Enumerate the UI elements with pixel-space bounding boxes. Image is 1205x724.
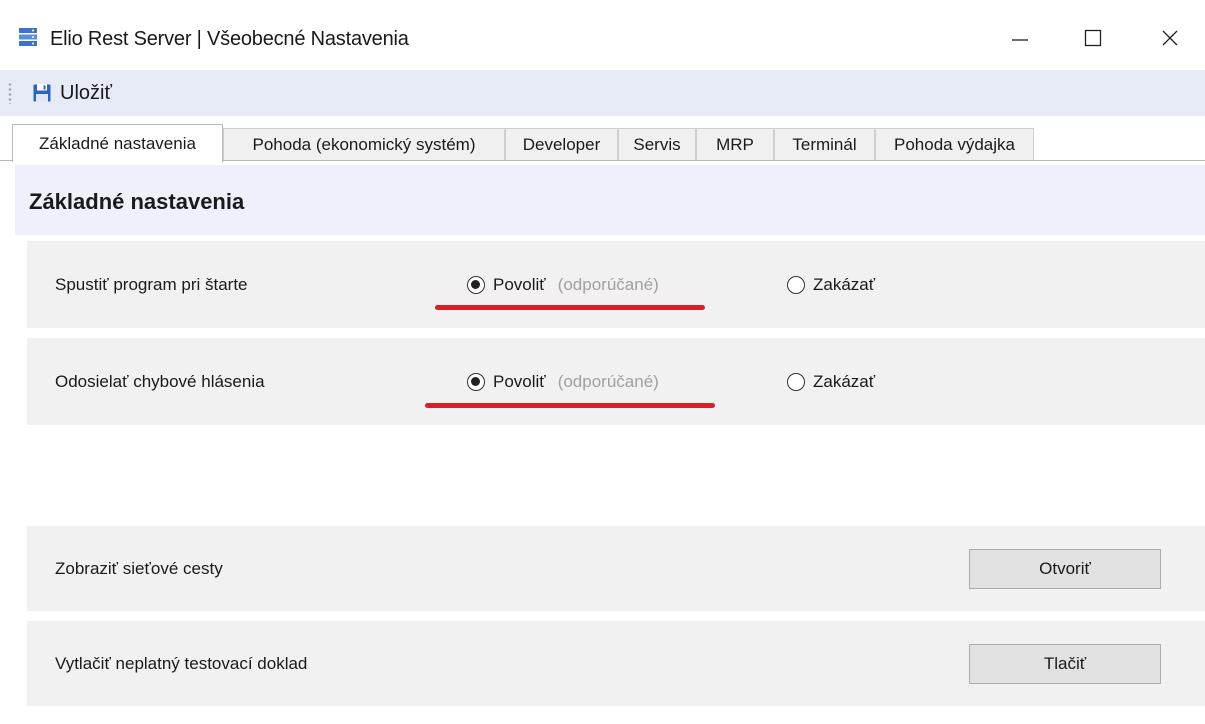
setting-row-error-reports: Odosielať chybové hlásenia Povoliť (odpo… — [27, 338, 1205, 425]
toolbar-grip-handle[interactable] — [8, 82, 12, 104]
radio-enable-error-reports[interactable]: Povoliť (odporúčané) — [467, 372, 659, 392]
section-header: Základné nastavenia — [15, 165, 1205, 235]
radio-label: Zakázať — [813, 372, 876, 391]
open-button[interactable]: Otvoriť — [969, 549, 1161, 589]
tab-strip: Základné nastavenia Pohoda (ekonomický s… — [0, 124, 1205, 162]
setting-label: Spustiť program pri štarte — [55, 275, 248, 294]
tab-mrp[interactable]: MRP — [696, 128, 774, 161]
action-row-network-paths: Zobraziť sieťové cesty Otvoriť — [27, 526, 1205, 611]
red-underline-annotation — [425, 403, 715, 408]
tab-pohoda[interactable]: Pohoda (ekonomický systém) — [223, 128, 505, 161]
floppy-disk-icon — [33, 84, 51, 102]
tab-terminal[interactable]: Terminál — [774, 128, 875, 161]
section-title: Základné nastavenia — [29, 189, 245, 214]
radio-disable-startup[interactable]: Zakázať — [787, 275, 875, 295]
recommended-hint: (odporúčané) — [557, 372, 659, 391]
action-row-print-test: Vytlačiť neplatný testovací doklad Tlači… — [27, 621, 1205, 706]
window-title: Elio Rest Server | Všeobecné Nastavenia — [50, 28, 409, 50]
maximize-icon — [1084, 29, 1102, 47]
tab-developer[interactable]: Developer — [505, 128, 618, 161]
save-button[interactable]: Uložiť — [32, 78, 112, 108]
setting-label: Odosielať chybové hlásenia — [55, 372, 265, 391]
radio-label: Povoliť — [493, 372, 546, 391]
action-label: Zobraziť sieťové cesty — [55, 559, 223, 578]
recommended-hint: (odporúčané) — [557, 275, 659, 294]
minimize-icon — [1012, 39, 1028, 41]
radio-unchecked-icon — [787, 276, 805, 294]
server-icon — [19, 28, 37, 46]
tab-content-panel: Základné nastavenia Spustiť program pri … — [15, 161, 1205, 724]
radio-enable-startup[interactable]: Povoliť (odporúčané) — [467, 275, 659, 295]
tab-pohoda-vydajka[interactable]: Pohoda výdajka — [875, 128, 1034, 161]
maximize-button[interactable] — [1063, 18, 1123, 58]
radio-label: Povoliť — [493, 275, 546, 294]
tab-servis[interactable]: Servis — [618, 128, 696, 161]
tab-basic-settings[interactable]: Základné nastavenia — [12, 124, 223, 162]
close-icon — [1162, 30, 1178, 46]
radio-disable-error-reports[interactable]: Zakázať — [787, 372, 875, 392]
save-button-label: Uložiť — [60, 81, 112, 104]
radio-checked-icon — [467, 276, 485, 294]
close-button[interactable] — [1140, 18, 1200, 58]
print-button[interactable]: Tlačiť — [969, 644, 1161, 684]
radio-checked-icon — [467, 373, 485, 391]
radio-unchecked-icon — [787, 373, 805, 391]
title-bar: Elio Rest Server | Všeobecné Nastavenia — [0, 0, 1205, 70]
action-label: Vytlačiť neplatný testovací doklad — [55, 654, 308, 673]
red-underline-annotation — [435, 305, 705, 310]
toolbar: Uložiť — [0, 70, 1205, 116]
minimize-button[interactable] — [990, 18, 1050, 58]
setting-row-startup: Spustiť program pri štarte Povoliť (odpo… — [27, 241, 1205, 328]
radio-label: Zakázať — [813, 275, 876, 294]
